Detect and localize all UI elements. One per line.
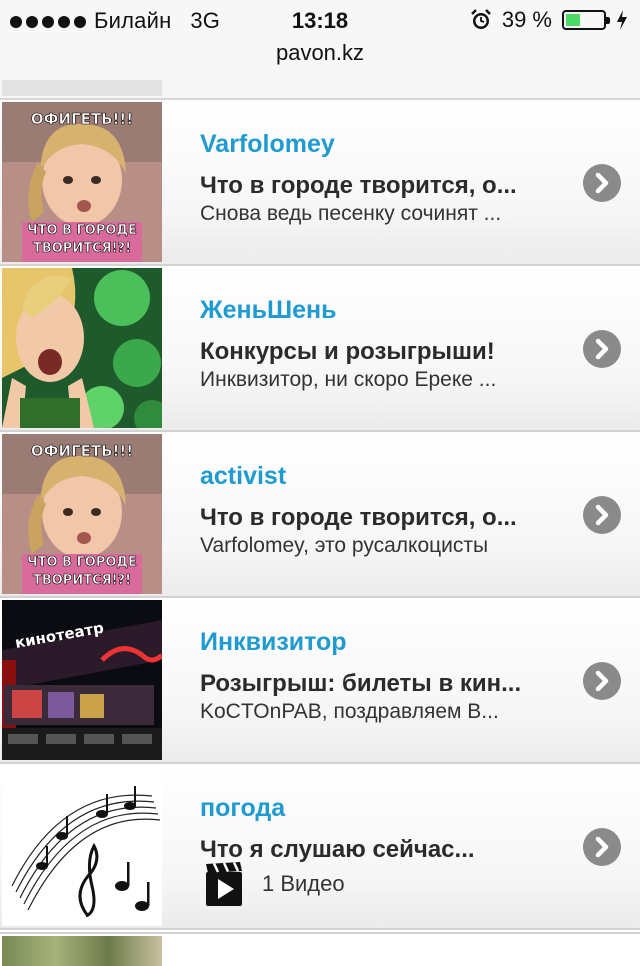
- meme-girl-image: ОФИГЕТЬ!!! ЧТО В ГОРОДЕ ТВОРИТСЯ!?!: [2, 434, 162, 594]
- cinema-image: кинотеатр: [2, 600, 162, 760]
- charging-bolt-icon: [617, 10, 627, 30]
- last-comment-preview: KoCTOnPAB, поздравляем В...: [200, 700, 499, 723]
- chevron-right-icon[interactable]: [583, 164, 621, 202]
- topic-list: ОФИГЕТЬ!!! ЧТО В ГОРОДЕ ТВОРИТСЯ!?! Varf…: [0, 100, 640, 930]
- battery-percent: 39 %: [501, 7, 552, 32]
- topic-title: Что в городе творится, о...: [200, 504, 517, 531]
- meme-caption-bottom-2: ТВОРИТСЯ!?!: [33, 573, 131, 588]
- author-name[interactable]: Инквизитор: [200, 628, 347, 657]
- next-list-item-partial[interactable]: [0, 932, 640, 966]
- chevron-right-icon[interactable]: [583, 828, 621, 866]
- topic-title: Конкурсы и розыгрыши!: [200, 338, 495, 365]
- topic-title: Что в городе творится, о...: [200, 172, 517, 199]
- list-item[interactable]: кинотеатр Инквизитор Розыгрыш: билеты в …: [0, 598, 640, 764]
- topic-title: Что я слушаю сейчас...: [200, 836, 475, 863]
- battery-icon: [562, 10, 610, 30]
- meme-caption-bottom-2: ТВОРИТСЯ!?!: [33, 241, 131, 256]
- video-count: 1 Видео: [262, 871, 345, 896]
- excited-woman-image: [2, 268, 162, 428]
- meme-caption-top: ОФИГЕТЬ!!!: [31, 442, 133, 460]
- chevron-right-icon[interactable]: [583, 496, 621, 534]
- status-bar: Билайн 3G 13:18 39 %: [0, 0, 640, 40]
- meme-caption-top: ОФИГЕТЬ!!!: [31, 110, 133, 128]
- video-clapper-icon: [206, 862, 242, 906]
- previous-row-edge: [0, 80, 640, 100]
- chevron-right-icon[interactable]: [583, 330, 621, 368]
- topic-title: Розыгрыш: билеты в кин...: [200, 670, 522, 697]
- last-comment-preview: Инквизитор, ни скоро Ереке ...: [200, 368, 497, 391]
- list-item[interactable]: ЖеньШень Конкурсы и розыгрыши! Инквизито…: [0, 266, 640, 432]
- last-comment-preview: Снова ведь песенку сочинят ...: [200, 202, 502, 225]
- author-name[interactable]: activist: [200, 462, 286, 491]
- list-item[interactable]: ОФИГЕТЬ!!! ЧТО В ГОРОДЕ ТВОРИТСЯ!?! acti…: [0, 432, 640, 598]
- last-comment-preview: Varfolomey, это русалкоцисты: [200, 534, 489, 557]
- partial-thumbnail-image: [2, 936, 162, 966]
- meme-caption-bottom-1: ЧТО В ГОРОДЕ: [27, 555, 137, 570]
- list-item[interactable]: погода Что я слушаю сейчас... 1 Видео: [0, 764, 640, 930]
- music-notes-image: [2, 766, 162, 926]
- video-attachment[interactable]: 1 Видео: [206, 862, 345, 906]
- chevron-right-icon[interactable]: [583, 662, 621, 700]
- list-item[interactable]: ОФИГЕТЬ!!! ЧТО В ГОРОДЕ ТВОРИТСЯ!?! Varf…: [0, 100, 640, 266]
- author-name[interactable]: ЖеньШень: [200, 296, 336, 325]
- url-bar[interactable]: pavon.kz: [0, 40, 640, 81]
- author-name[interactable]: Varfolomey: [200, 130, 335, 159]
- meme-girl-image: ОФИГЕТЬ!!! ЧТО В ГОРОДЕ ТВОРИТСЯ!?!: [2, 102, 162, 262]
- meme-caption-bottom-1: ЧТО В ГОРОДЕ: [27, 223, 137, 238]
- url-domain[interactable]: pavon.kz: [276, 40, 364, 65]
- author-name[interactable]: погода: [200, 794, 285, 823]
- alarm-clock-icon: [470, 9, 491, 29]
